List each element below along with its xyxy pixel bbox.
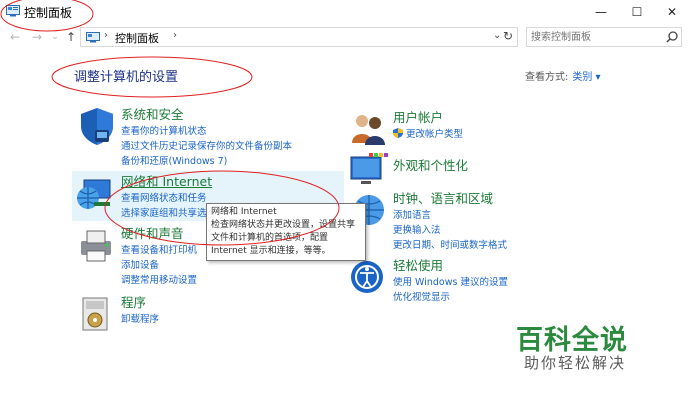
category-title-system-security[interactable]: 系统和安全 bbox=[121, 106, 292, 124]
link-windows-recommended-settings[interactable]: 使用 Windows 建议的设置 bbox=[393, 275, 508, 290]
breadcrumb-separator: › bbox=[104, 30, 108, 41]
tooltip-line: Internet 显示和连接，等等。 bbox=[211, 246, 331, 256]
control-panel-icon bbox=[6, 5, 20, 17]
monitor-palette-icon bbox=[350, 153, 388, 184]
printer-icon bbox=[81, 230, 111, 262]
up-button[interactable]: ↑ bbox=[64, 30, 78, 44]
link-backup-restore[interactable]: 备份和还原(Windows 7) bbox=[121, 154, 292, 169]
category-title-hardware-sound[interactable]: 硬件和声音 bbox=[121, 225, 197, 243]
arrow-right-icon: → bbox=[31, 30, 43, 44]
close-icon: ✕ bbox=[666, 5, 678, 19]
recent-locations-button[interactable]: ⌄ bbox=[48, 30, 62, 44]
category-title-network-internet[interactable]: 网络和 Internet bbox=[121, 173, 212, 191]
tooltip-line: 检查网络状态并更改设置，设置共享 bbox=[211, 220, 356, 230]
category-title-appearance[interactable]: 外观和个性化 bbox=[393, 157, 468, 175]
forward-button[interactable]: → bbox=[30, 30, 44, 44]
breadcrumb-separator[interactable]: › bbox=[173, 30, 177, 41]
link-change-date-time-format[interactable]: 更改日期、时间或数字格式 bbox=[393, 238, 507, 253]
back-button[interactable]: ← bbox=[8, 30, 22, 44]
navigation-bar: ← → ⌄ ↑ › 控制面板 › ⌄ ↻ bbox=[0, 24, 692, 50]
uac-shield-icon bbox=[393, 128, 403, 138]
ease-of-access-icon bbox=[351, 261, 383, 293]
tooltip: 网络和 Internet 检查网络状态并更改设置，设置共享 文件和计算机的首选项… bbox=[206, 203, 366, 261]
chevron-down-icon: ⌄ bbox=[51, 32, 59, 42]
category-title-ease-of-access[interactable]: 轻松使用 bbox=[393, 257, 508, 275]
minimize-button[interactable]: — bbox=[584, 0, 618, 24]
link-uninstall-program[interactable]: 卸载程序 bbox=[121, 312, 159, 327]
maximize-button[interactable]: ☐ bbox=[620, 0, 654, 24]
network-globe-icon bbox=[77, 179, 111, 209]
link-devices-printers[interactable]: 查看设备和打印机 bbox=[121, 243, 197, 258]
link-optimize-visual-display[interactable]: 优化视觉显示 bbox=[393, 290, 508, 305]
link-add-language[interactable]: 添加语言 bbox=[393, 208, 507, 223]
minimize-icon: — bbox=[595, 5, 607, 19]
link-change-account-type[interactable]: 更改帐户类型 bbox=[393, 127, 463, 142]
arrow-left-icon: ← bbox=[9, 30, 21, 44]
link-network-status[interactable]: 查看网络状态和任务 bbox=[121, 191, 212, 206]
programs-icon bbox=[82, 297, 108, 331]
search-input[interactable] bbox=[531, 30, 659, 44]
address-bar[interactable]: › 控制面板 › ⌄ bbox=[80, 27, 518, 47]
refresh-button[interactable]: ↻ bbox=[503, 29, 517, 43]
category-title-user-accounts[interactable]: 用户帐户 bbox=[393, 109, 463, 127]
close-button[interactable]: ✕ bbox=[655, 0, 689, 24]
link-homegroup-sharing[interactable]: 选择家庭组和共享选 bbox=[121, 206, 212, 221]
category-title-programs[interactable]: 程序 bbox=[121, 294, 159, 312]
tooltip-line: 文件和计算机的首选项，配置 bbox=[211, 233, 329, 243]
view-by-dropdown[interactable]: 类别 ▾ bbox=[572, 72, 600, 83]
users-icon bbox=[352, 115, 385, 145]
link-change-input-method[interactable]: 更换输入法 bbox=[393, 223, 507, 238]
category-title-clock-language[interactable]: 时钟、语言和区域 bbox=[393, 190, 507, 208]
link-change-account-type-label[interactable]: 更改帐户类型 bbox=[406, 129, 463, 140]
watermark-slogan: 助你轻松解决 bbox=[524, 354, 627, 372]
control-panel-icon bbox=[86, 32, 100, 43]
view-by-label: 查看方式: bbox=[525, 72, 569, 83]
address-dropdown-icon[interactable]: ⌄ bbox=[493, 30, 501, 41]
page-title: 调整计算机的设置 bbox=[74, 70, 179, 85]
title-bar: 控制面板 — ☐ ✕ bbox=[0, 0, 692, 24]
link-file-history-backup[interactable]: 通过文件历史记录保存你的文件备份副本 bbox=[121, 139, 292, 154]
link-mobility-settings[interactable]: 调整常用移动设置 bbox=[121, 273, 197, 288]
search-box[interactable] bbox=[526, 27, 682, 47]
link-view-computer-status[interactable]: 查看你的计算机状态 bbox=[121, 124, 292, 139]
tooltip-title: 网络和 Internet bbox=[211, 207, 277, 217]
breadcrumb-control-panel[interactable]: 控制面板 bbox=[115, 30, 159, 46]
window-title: 控制面板 bbox=[24, 6, 73, 20]
shield-icon bbox=[81, 108, 113, 145]
arrow-up-icon: ↑ bbox=[65, 30, 77, 44]
view-by: 查看方式: 类别 ▾ bbox=[525, 68, 601, 83]
search-icon[interactable] bbox=[665, 30, 679, 44]
refresh-icon: ↻ bbox=[503, 29, 514, 43]
link-add-device[interactable]: 添加设备 bbox=[121, 258, 197, 273]
maximize-icon: ☐ bbox=[631, 5, 643, 19]
